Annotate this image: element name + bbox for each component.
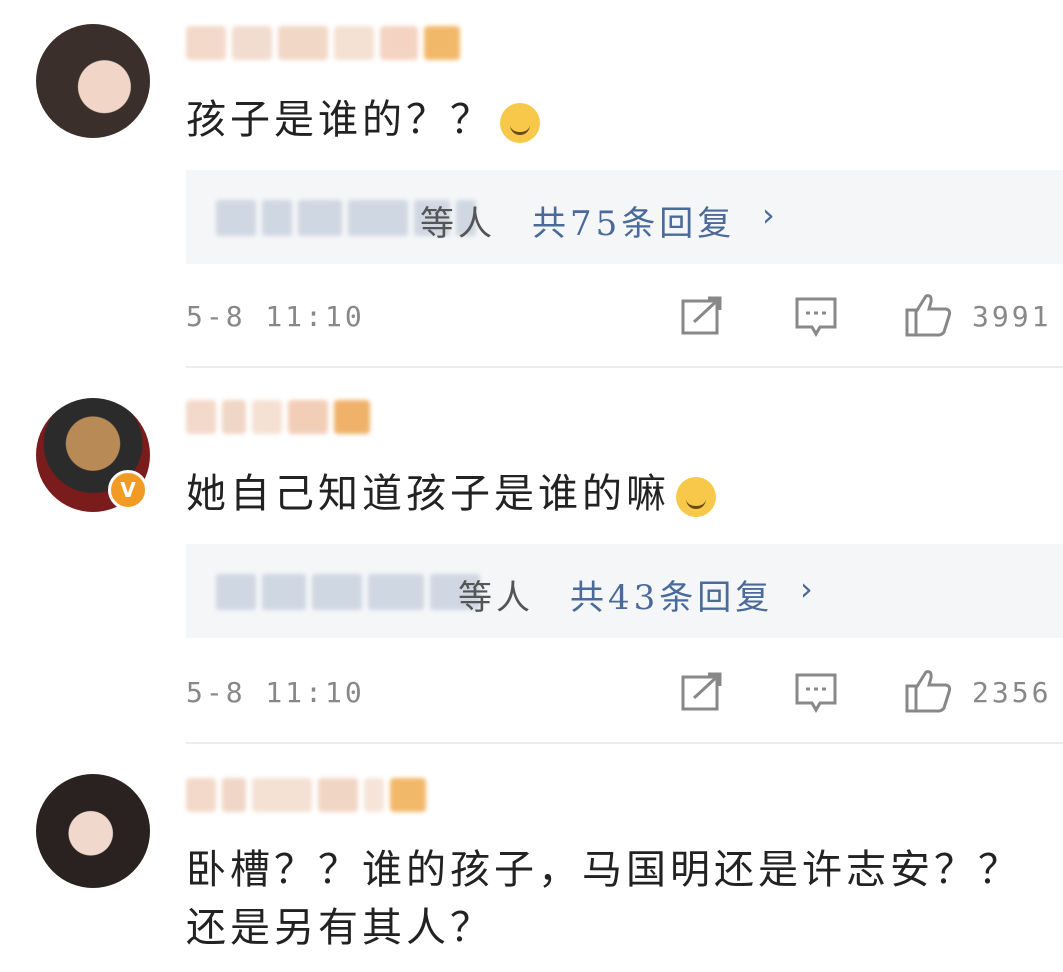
divider (186, 366, 1063, 368)
like-count: 2356 (972, 676, 1052, 709)
doge-emoji (500, 103, 540, 143)
repost-icon[interactable] (680, 672, 724, 712)
repost-icon[interactable] (680, 296, 724, 336)
smile-emoji (676, 477, 716, 517)
reply-users-blurred (216, 574, 480, 610)
chevron-right-icon: › (800, 570, 813, 608)
username-blurred[interactable] (186, 26, 460, 64)
comment-time: 5-8 11:10 (186, 676, 365, 709)
like-count: 3991 (972, 300, 1052, 333)
reply-count-link[interactable]: 共75条回复 (532, 196, 735, 245)
comment-icon[interactable] (794, 296, 838, 338)
username-blurred[interactable] (186, 400, 370, 438)
comment-time: 5-8 11:10 (186, 300, 365, 333)
reply-summary[interactable]: 等人 共75条回复 › (186, 170, 1063, 264)
avatar[interactable] (36, 24, 150, 138)
reply-count-link[interactable]: 共43条回复 (570, 570, 773, 619)
comment-icon[interactable] (794, 672, 838, 714)
divider (186, 742, 1063, 744)
comment-text: 她自己知道孩子是谁的嘛 (186, 466, 716, 522)
like-icon[interactable] (904, 292, 954, 338)
chevron-right-icon: › (762, 196, 775, 234)
verified-badge-icon: V (108, 470, 148, 510)
like-icon[interactable] (904, 668, 954, 714)
reply-suffix: 等人 (458, 578, 534, 618)
comment-text-line-1: 卧槽？？谁的孩子，马国明还是许志安？？ (186, 847, 1022, 893)
reply-summary[interactable]: 等人 共43条回复 › (186, 544, 1063, 638)
username-blurred[interactable] (186, 778, 426, 816)
comment-text-line-2: 还是另有其人？ (186, 905, 494, 951)
avatar[interactable] (36, 774, 150, 888)
comment-text: 孩子是谁的？？ (186, 92, 540, 148)
reply-suffix: 等人 (420, 204, 496, 244)
